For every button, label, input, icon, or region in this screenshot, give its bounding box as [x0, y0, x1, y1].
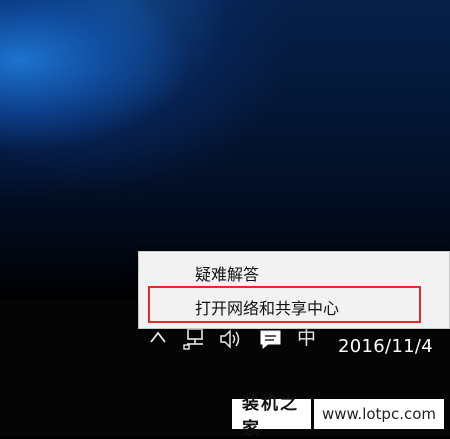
chevron-up-icon[interactable] — [147, 326, 169, 350]
watermark-url: www.lotpc.com — [314, 399, 444, 429]
action-center-icon[interactable] — [258, 326, 281, 350]
ime-label: 中 — [297, 327, 317, 349]
menu-item-troubleshoot[interactable]: 疑难解答 — [139, 256, 449, 290]
volume-icon[interactable] — [218, 326, 240, 350]
context-menu: 疑难解答 打开网络和共享中心 — [138, 251, 450, 329]
menu-item-label: 打开网络和共享中心 — [195, 299, 340, 318]
watermark: 装机之家 www.lotpc.com — [232, 394, 444, 439]
menu-item-label: 疑难解答 — [195, 265, 260, 284]
menu-item-open-network-sharing-center[interactable]: 打开网络和共享中心 — [139, 290, 449, 324]
watermark-brand: 装机之家 — [232, 394, 311, 439]
network-icon[interactable] — [182, 326, 204, 350]
clock-date[interactable]: 2016/11/4 — [338, 336, 433, 357]
